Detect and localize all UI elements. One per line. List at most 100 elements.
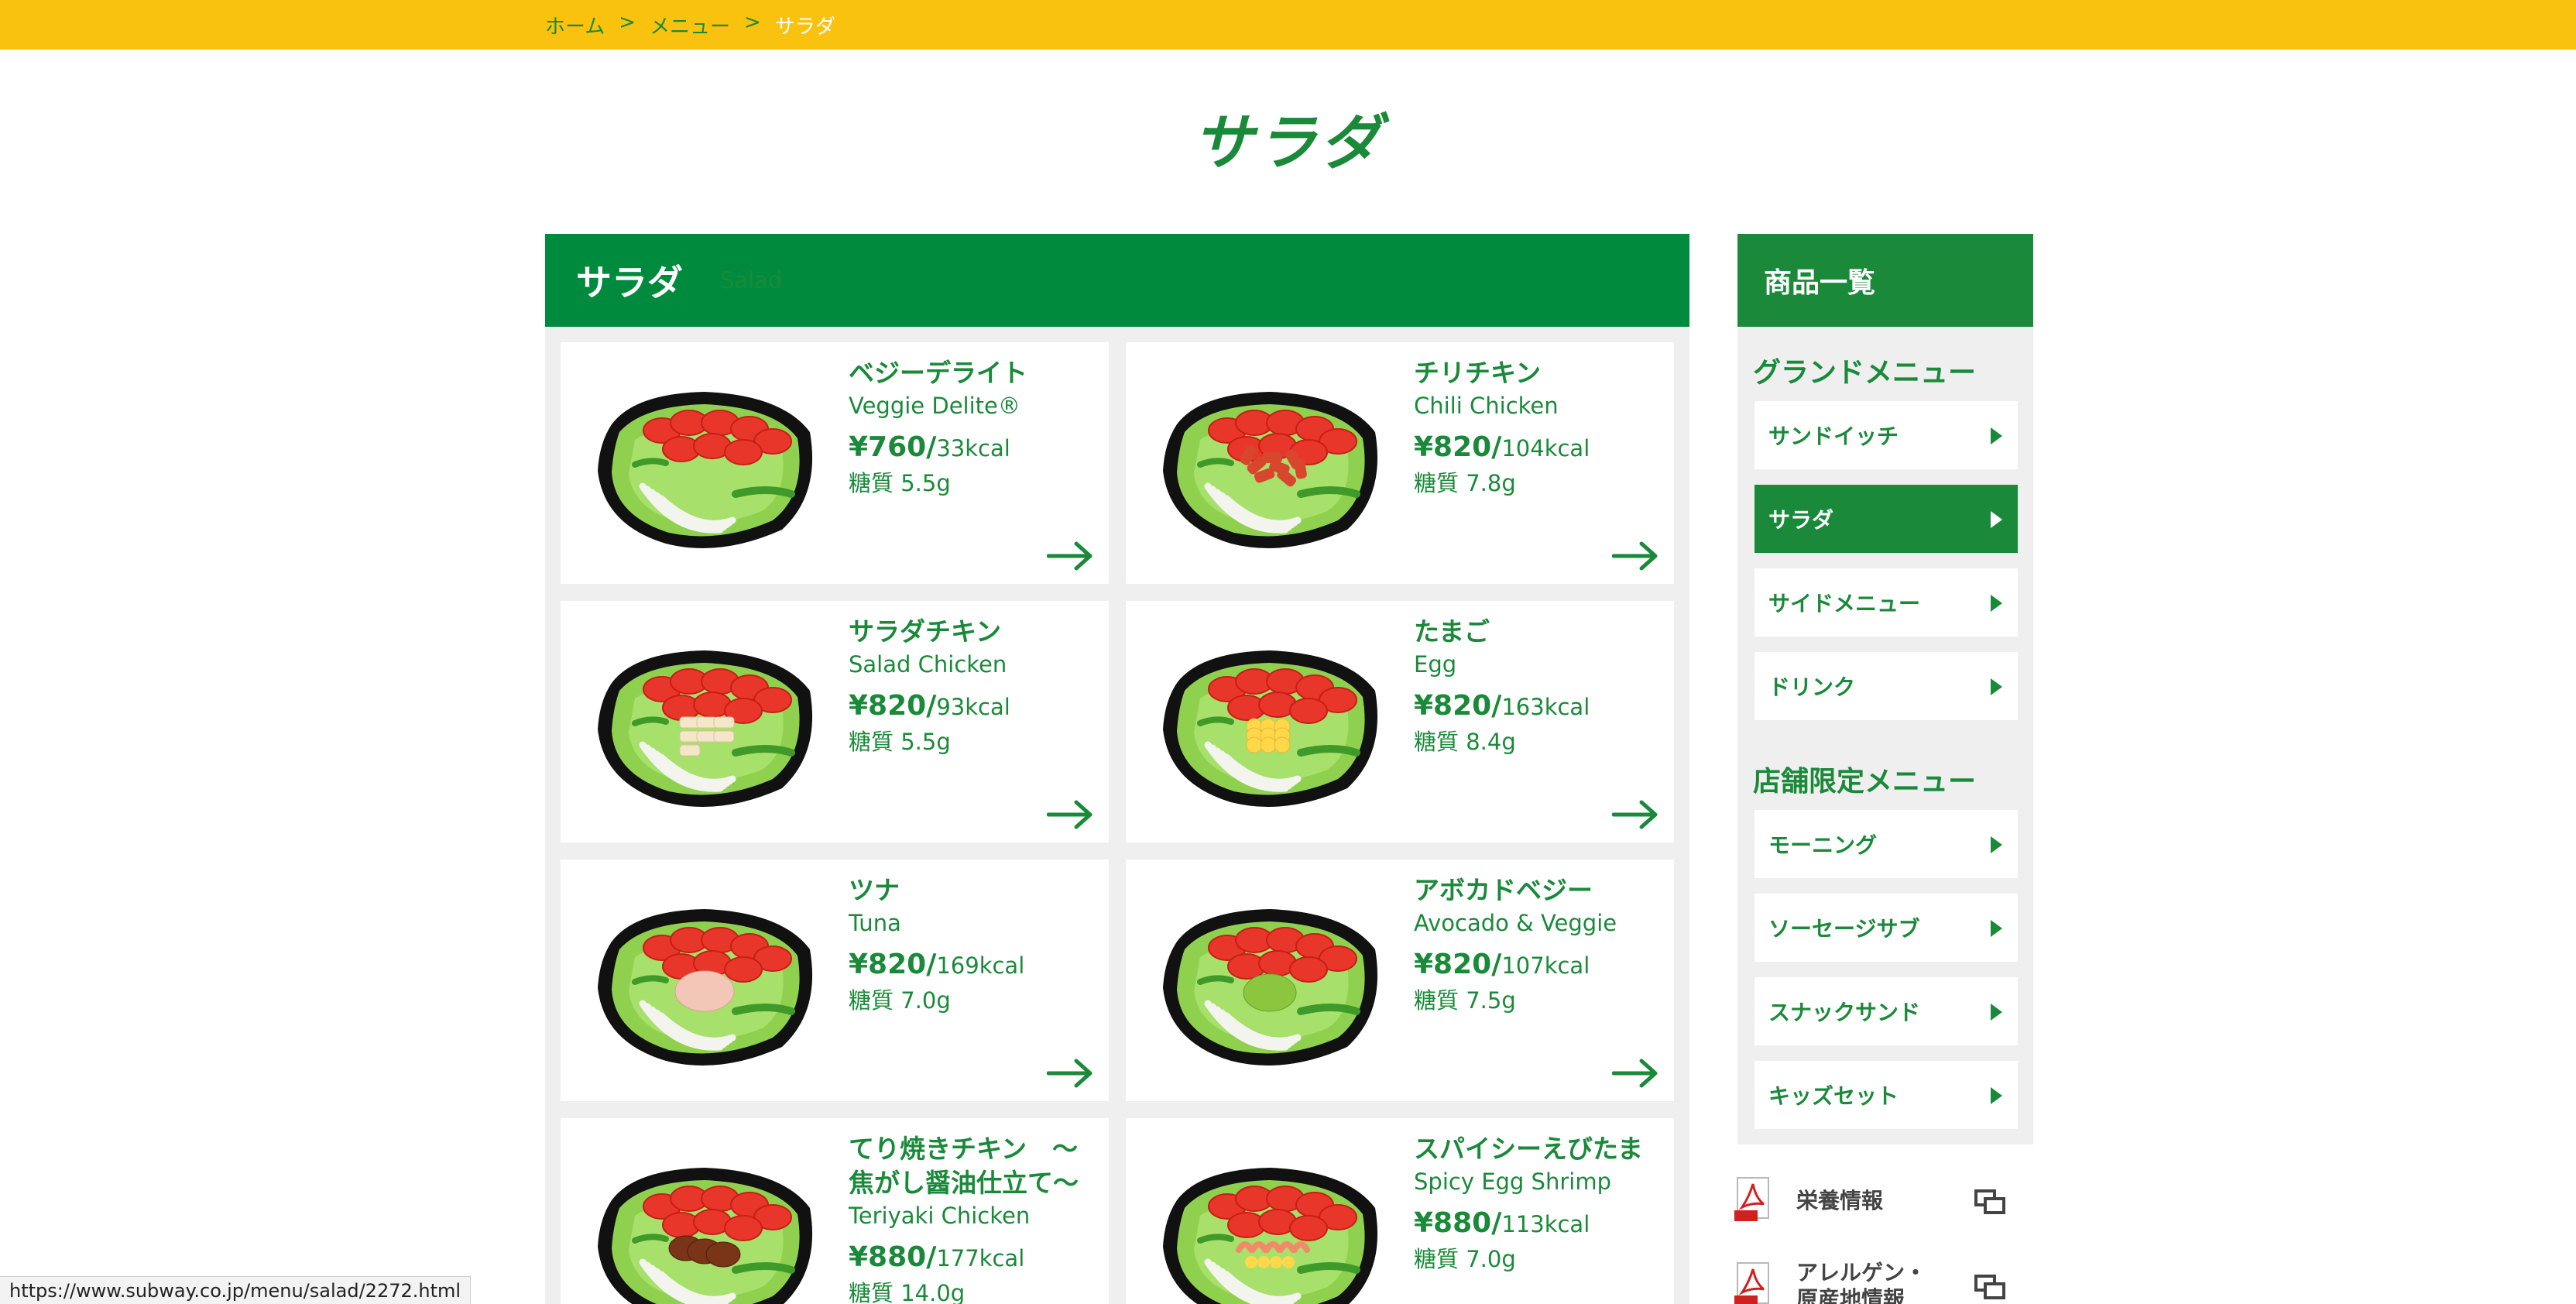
product-kcal: 163kcal: [1501, 694, 1590, 720]
sidebar-item-kids-set[interactable]: キッズセット: [1754, 1061, 2018, 1129]
tomato-slice: [1289, 1215, 1328, 1241]
product-price: ¥880/: [1414, 1207, 1502, 1239]
section-header-en: Salad: [720, 267, 783, 293]
tomato-slice: [1289, 698, 1328, 724]
product-card[interactable]: サラダチキン Salad Chicken ¥820/93kcal 糖質 5.5g: [561, 601, 1109, 842]
arrow-right-icon[interactable]: [1612, 540, 1658, 571]
tomato-slice: [724, 956, 763, 983]
product-kcal: 169kcal: [936, 952, 1025, 979]
section-header-jp: サラダ: [576, 262, 683, 304]
breadcrumb-menu-link[interactable]: メニュー: [650, 11, 730, 39]
tuna-scoop: [674, 970, 735, 1012]
status-bar-url: https://www.subway.co.jp/menu/salad/2272…: [0, 1276, 472, 1304]
triangle-right-icon: [1991, 920, 2002, 937]
nutrition-info-label: 栄養情報: [1796, 1188, 1884, 1213]
sidebar-item-label: サイドメニュー: [1768, 591, 1921, 616]
arrow-right-icon[interactable]: [1612, 1058, 1658, 1089]
pepper-strip: [632, 975, 669, 985]
sidebar-item-snack-sand[interactable]: スナックサンド: [1754, 977, 2018, 1045]
sidebar-item-side-menu[interactable]: サイドメニュー: [1754, 568, 2018, 637]
sidebar-item-label: サンドイッチ: [1768, 424, 1899, 449]
product-card[interactable]: アボカドベジー Avocado & Veggie ¥820/107kcal 糖質…: [1126, 860, 1674, 1101]
product-sugar: 糖質 7.5g: [1414, 987, 1516, 1014]
sidebar-item-drink[interactable]: ドリンク: [1754, 652, 2018, 720]
product-kcal: 113kcal: [1501, 1211, 1590, 1237]
sidebar-item-morning[interactable]: モーニング: [1754, 810, 2018, 878]
sidebar-item-sandwich[interactable]: サンドイッチ: [1754, 401, 2018, 469]
pepper-strip: [632, 458, 669, 468]
product-name-jp: サラダチキン: [849, 616, 1002, 647]
product-name-jp: てり焼きチキン 〜: [849, 1134, 1079, 1164]
product-card[interactable]: ツナ Tuna ¥820/169kcal 糖質 7.0g: [561, 860, 1109, 1101]
pepper-strip: [1197, 458, 1234, 468]
avocado-scoop: [1243, 973, 1297, 1012]
sidebar-item-label: スナックサンド: [1768, 1000, 1921, 1025]
product-name-jp: ツナ: [849, 875, 900, 905]
pepper-strip: [632, 716, 669, 726]
product-card[interactable]: てり焼きチキン 〜 焦がし醤油仕立て〜 Teriyaki Chicken ¥88…: [561, 1118, 1109, 1304]
salad-bowl-image: [1163, 650, 1378, 807]
product-name-jp: たまご: [1414, 616, 1490, 647]
sidebar: 商品一覧 グランドメニュー サンドイッチ サラダ サイドメニュー ドリンク 店舗…: [1737, 234, 2033, 1144]
pepper-strip: [1197, 1234, 1234, 1244]
allergen-info-link[interactable]: アレルゲン・ 原産地情報: [1734, 1259, 2036, 1304]
product-price: ¥820/: [849, 690, 937, 722]
arrow-right-icon[interactable]: [1047, 540, 1093, 571]
chicken-piece: [679, 744, 701, 757]
pepper-strip: [1297, 1262, 1360, 1274]
product-kcal: 104kcal: [1501, 435, 1590, 462]
salad-bowl-image: [598, 1168, 812, 1304]
product-sugar: 糖質 5.5g: [849, 470, 951, 496]
triangle-right-icon: [1991, 511, 2002, 528]
product-card[interactable]: スパイシーえびたま Spicy Egg Shrimp ¥880/113kcal …: [1126, 1118, 1674, 1304]
product-card[interactable]: チリチキン Chili Chicken ¥820/104kcal 糖質 7.8g: [1126, 342, 1674, 584]
product-sugar: 糖質 5.5g: [849, 729, 951, 755]
pepper-strip: [1197, 975, 1234, 985]
sidebar-item-salad[interactable]: サラダ: [1754, 485, 2018, 553]
product-sugar: 糖質 7.0g: [849, 987, 951, 1014]
pepper-strip: [732, 1262, 795, 1274]
breadcrumb-home-link[interactable]: ホーム: [545, 11, 605, 39]
triangle-right-icon: [1991, 1004, 2002, 1021]
product-card[interactable]: たまご Egg ¥820/163kcal 糖質 8.4g: [1126, 601, 1674, 842]
teriyaki-chicken-piece: [705, 1241, 741, 1268]
breadcrumb-current: サラダ: [774, 15, 835, 39]
pepper-strip: [732, 486, 795, 498]
egg-piece: [1274, 736, 1291, 753]
page-title: サラダ: [1192, 108, 1384, 178]
triangle-right-icon: [1991, 836, 2002, 853]
egg-piece: [1245, 1256, 1257, 1268]
product-price: ¥820/: [1414, 949, 1502, 980]
product-sugar: 糖質 7.8g: [1414, 470, 1516, 496]
tomato-slice: [724, 439, 763, 465]
pepper-strip: [732, 745, 795, 757]
external-window-icon: [1974, 1275, 2005, 1299]
chicken-piece: [713, 716, 735, 729]
product-name-jp: チリチキン: [1414, 358, 1542, 388]
triangle-right-icon: [1991, 427, 2002, 444]
pepper-strip: [1297, 745, 1360, 757]
sidebar-item-sausage-sub[interactable]: ソーセージサブ: [1754, 894, 2018, 962]
chicken-piece: [713, 730, 735, 743]
product-price: ¥820/: [1414, 690, 1502, 722]
egg-piece: [1260, 736, 1277, 753]
product-card[interactable]: ベジーデライト Veggie Delite® ¥760/33kcal 糖質 5.…: [561, 342, 1109, 584]
arrow-right-icon[interactable]: [1612, 799, 1658, 830]
sidebar-title: 商品一覧: [1737, 234, 2033, 327]
salad-section: サラダ Salad ベジーデライト Veggie Delite® ¥760/33…: [545, 234, 1689, 1304]
product-kcal: 93kcal: [936, 694, 1010, 720]
sidebar-item-label: ソーセージサブ: [1768, 916, 1920, 942]
arrow-right-icon[interactable]: [1047, 1058, 1093, 1089]
product-kcal: 177kcal: [936, 1245, 1025, 1271]
allergen-info-label: アレルゲン・ 原産地情報: [1796, 1260, 1926, 1304]
salad-bowl-image: [1163, 392, 1378, 548]
salad-bowl-image: [1163, 1168, 1377, 1304]
product-name-en: Avocado & Veggie: [1414, 910, 1617, 936]
grand-menu-heading: グランドメニュー: [1753, 357, 1977, 389]
arrow-right-icon[interactable]: [1047, 799, 1093, 830]
nutrition-info-link[interactable]: 栄養情報: [1734, 1174, 2036, 1228]
product-name-jp-line2: 焦がし醤油仕立て〜: [849, 1168, 1079, 1198]
allergen-info-label-line1: アレルゲン・: [1796, 1260, 1927, 1285]
breadcrumb: ホーム > メニュー > サラダ: [545, 11, 835, 39]
product-price: ¥820/: [849, 949, 937, 980]
